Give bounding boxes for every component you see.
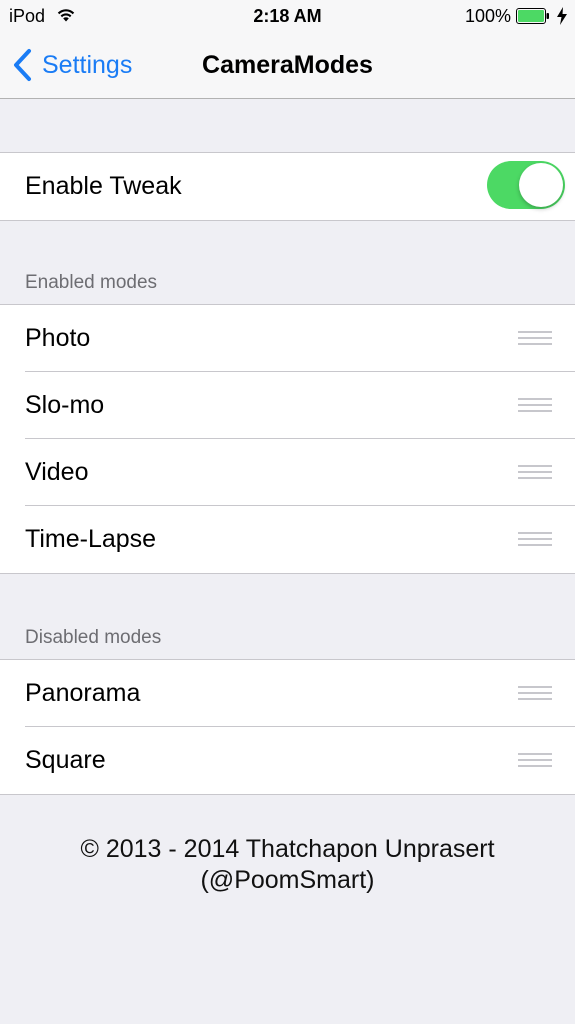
page-title: CameraModes [202, 51, 373, 79]
disabled-modes-list: Panorama Square [0, 659, 575, 795]
list-item[interactable]: Time-Lapse [0, 505, 575, 573]
reorder-handle-icon[interactable] [518, 331, 552, 345]
reorder-handle-icon[interactable] [518, 465, 552, 479]
reorder-handle-icon[interactable] [518, 753, 552, 767]
enable-tweak-group: Enable Tweak [0, 152, 575, 221]
copyright-footer: © 2013 - 2014 Thatchapon Unprasert (@Poo… [0, 834, 575, 896]
charging-bolt-icon [557, 7, 567, 25]
reorder-handle-icon[interactable] [518, 398, 552, 412]
battery-percentage: 100% [464, 6, 511, 26]
list-item[interactable]: Video [0, 438, 575, 506]
enabled-modes-list: Photo Slo-mo Video Time-Lapse [0, 304, 575, 574]
status-bar: iPod 2:18 AM 100% [0, 0, 575, 32]
list-item-label: Slo-mo [25, 391, 105, 419]
list-item[interactable]: Panorama [0, 660, 575, 727]
enable-tweak-cell: Enable Tweak [0, 153, 575, 220]
enable-tweak-switch[interactable] [487, 161, 565, 209]
list-item[interactable]: Square [0, 726, 575, 794]
list-item-label: Square [25, 746, 106, 774]
author-handle: (@PoomSmart) [200, 866, 375, 894]
list-item-label: Video [25, 458, 89, 486]
battery-icon [516, 8, 549, 24]
copyright-line: © 2013 - 2014 Thatchapon Unprasert [80, 835, 495, 863]
reorder-handle-icon[interactable] [518, 686, 552, 700]
switch-knob [519, 163, 563, 207]
disabled-modes-header: Disabled modes [25, 627, 162, 648]
list-item[interactable]: Slo-mo [0, 371, 575, 439]
list-item-label: Panorama [25, 679, 141, 707]
list-item-label: Time-Lapse [25, 525, 157, 553]
list-item[interactable]: Photo [0, 305, 575, 372]
enabled-modes-header: Enabled modes [25, 272, 158, 293]
reorder-handle-icon[interactable] [518, 532, 552, 546]
enable-tweak-label: Enable Tweak [25, 172, 182, 200]
navigation-bar: Settings CameraModes [0, 32, 575, 99]
list-item-label: Photo [25, 324, 91, 352]
